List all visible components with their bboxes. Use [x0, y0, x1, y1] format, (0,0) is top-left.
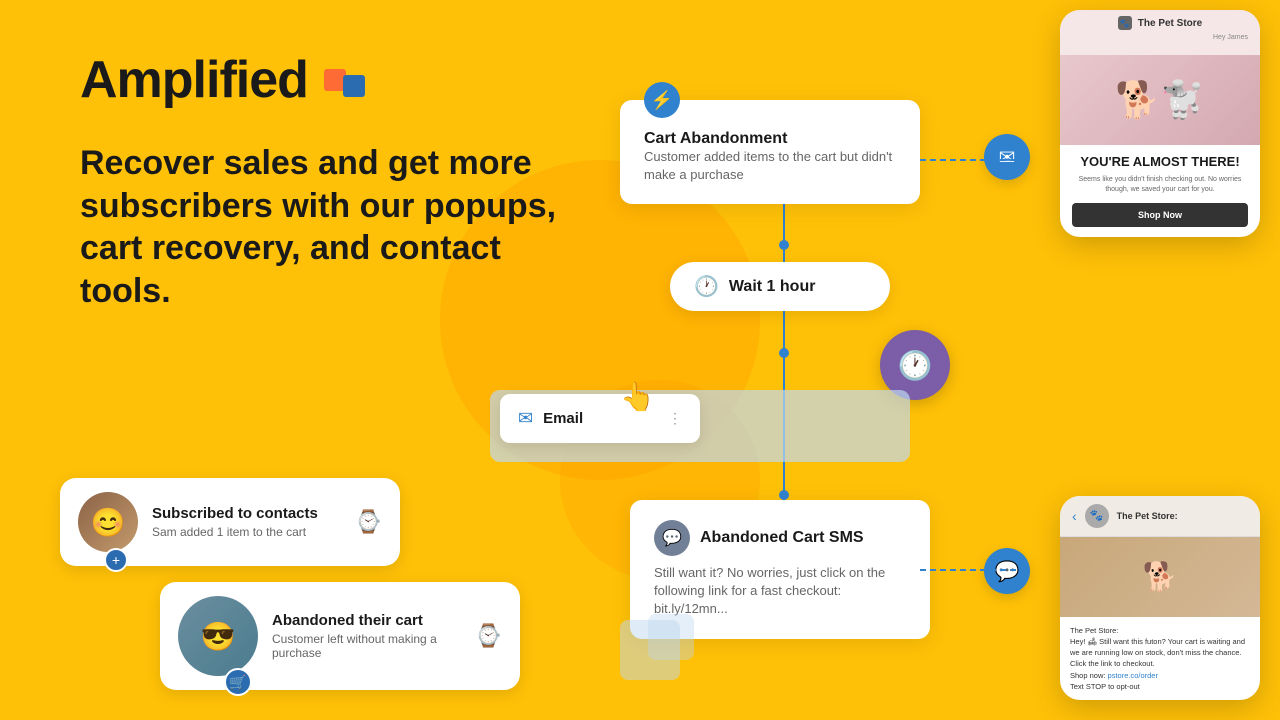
dot-1: [779, 240, 789, 250]
cart-card-title: Cart Abandonment: [644, 130, 896, 148]
subscribed-title: Subscribed to contacts: [152, 505, 318, 522]
phone1-headline: YOU'RE ALMOST THERE!: [1072, 155, 1248, 169]
subscribed-subtitle: Sam added 1 item to the cart: [152, 525, 318, 539]
subscribed-text: Subscribed to contacts Sam added 1 item …: [152, 505, 318, 539]
email-icon: ✉: [518, 408, 533, 429]
wait-clock-icon: 🕐: [694, 274, 719, 299]
cart-icon-circle: 🛒: [224, 668, 252, 696]
wait-text: Wait 1 hour: [729, 278, 816, 296]
sms-card-title: Abandoned Cart SMS: [700, 529, 864, 547]
shop-link[interactable]: pstore.co/order: [1108, 671, 1158, 680]
cursor-hand: 👆: [620, 380, 655, 413]
lightning-icon-circle: ⚡: [644, 82, 680, 118]
email-connector-circle: ✉: [984, 134, 1030, 180]
abandoned-card: 😎 Abandoned their cart Customer left wit…: [160, 582, 520, 690]
sms-card-icon: 💬: [654, 520, 690, 556]
abandoned-title: Abandoned their cart: [272, 612, 461, 629]
dot-2: [779, 348, 789, 358]
dog-image: 🐕🐩: [1060, 55, 1260, 145]
phone-email-mockup: 🐾 The Pet Store Hey James 🐕🐩 YOU'RE ALMO…: [1060, 10, 1260, 237]
cart-card-inner: ⚡ Cart Abandonment Customer added items …: [620, 100, 920, 204]
main-connector-line: [783, 160, 785, 520]
abandoned-subtitle: Customer left without making a purchase: [272, 632, 461, 660]
dot-3: [779, 490, 789, 500]
watch-icon-1: ⌚: [355, 509, 382, 535]
phone1-store-name: The Pet Store: [1138, 18, 1202, 29]
blue-square-2: [648, 614, 694, 660]
avatar-face-1: 😊: [78, 492, 138, 552]
wait-pill-wrapper: 🕐 Wait 1 hour: [670, 262, 890, 311]
avatar-subscribed: 😊: [78, 492, 138, 552]
phone-sms-mockup: ‹ 🐾 The Pet Store: 🐕 The Pet Store: Hey!…: [1060, 496, 1260, 701]
email-card[interactable]: ✉ Email ⋮: [500, 394, 700, 443]
futon-image: 🐕: [1060, 537, 1260, 617]
phone2-store-name: The Pet Store:: [1117, 511, 1178, 521]
subscribed-card: 😊 Subscribed to contacts Sam added 1 ite…: [60, 478, 400, 566]
phone1-greeting: Hey James: [1072, 34, 1248, 41]
back-arrow[interactable]: ‹: [1072, 508, 1077, 524]
sms-connector-circle: 💬: [984, 548, 1030, 594]
tagline: Recover sales and get more subscribers w…: [80, 142, 580, 312]
app-name: Amplified: [80, 50, 308, 110]
watch-icon-2: ⌚: [475, 623, 502, 649]
email-menu-dots[interactable]: ⋮: [668, 410, 682, 427]
email-label: Email: [543, 410, 583, 427]
email-card-wrapper: ✉ Email ⋮: [500, 390, 940, 465]
sms-body: The Pet Store: Hey! 🛋 Still want this fu…: [1060, 617, 1260, 701]
cart-abandonment-card: ⚡ Cart Abandonment Customer added items …: [620, 100, 920, 204]
phone1-cta[interactable]: Shop Now: [1072, 203, 1248, 227]
abandoned-text: Abandoned their cart Customer left witho…: [272, 612, 461, 660]
wait-pill: 🕐 Wait 1 hour: [670, 262, 890, 311]
logo-blue-square: [343, 75, 365, 97]
sms-message: The Pet Store: Hey! 🛋 Still want this fu…: [1070, 625, 1250, 693]
phone1-body: Seems like you didn't finish checking ou…: [1072, 175, 1248, 195]
avatar-abandoned: 😎: [178, 596, 258, 676]
sms-card-desc: Still want it? No worries, just click on…: [654, 564, 906, 619]
bottom-left-cards: 😊 Subscribed to contacts Sam added 1 ite…: [60, 478, 520, 690]
avatar-face-2: 😎: [178, 596, 258, 676]
logo-area: Amplified: [80, 50, 580, 110]
cart-card-desc: Customer added items to the cart but did…: [644, 148, 896, 184]
logo-icon: [324, 69, 371, 91]
pet-avatar: 🐾: [1085, 504, 1109, 528]
plus-icon-circle: +: [104, 548, 128, 572]
left-content: Amplified Recover sales and get more sub…: [80, 50, 580, 312]
sms-header: 💬 Abandoned Cart SMS: [654, 520, 906, 556]
